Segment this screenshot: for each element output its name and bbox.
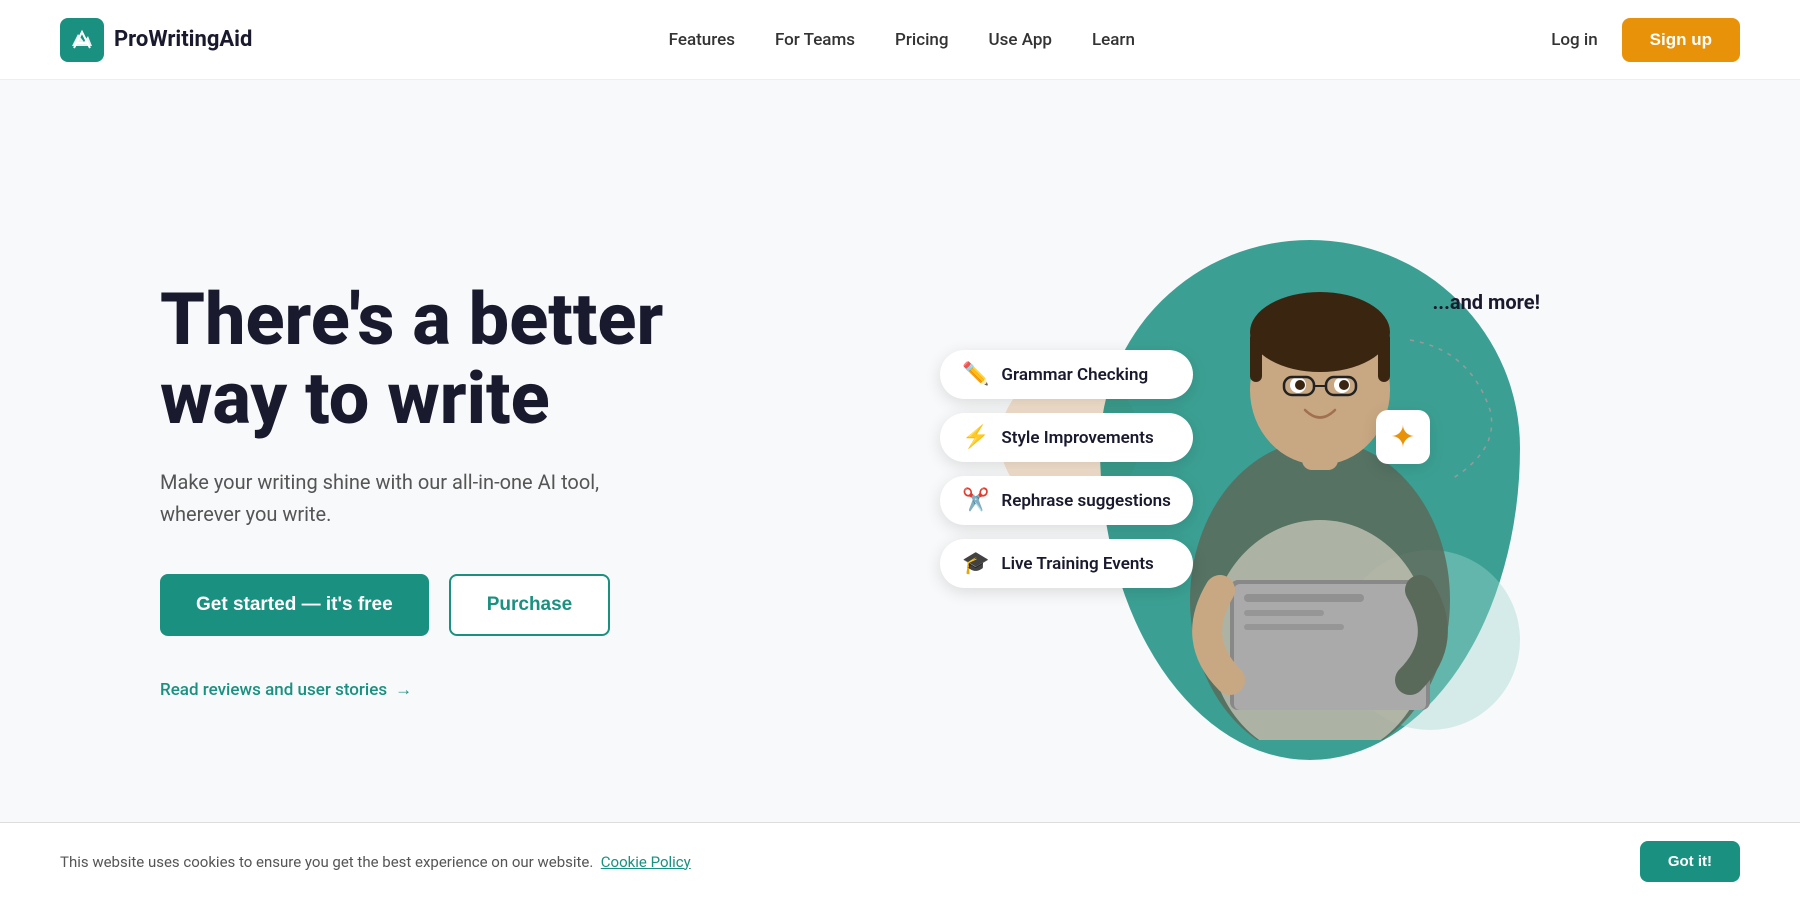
purchase-button[interactable]: Purchase (449, 574, 611, 636)
sparkle-box: ✦ (1376, 410, 1430, 464)
illustration-container: ✏️ Grammar Checking ⚡ Style Improvements… (940, 190, 1540, 790)
training-icon: 🎓 (962, 551, 989, 576)
nav-links: Features For Teams Pricing Use App Learn (669, 30, 1135, 50)
feature-pills: ✏️ Grammar Checking ⚡ Style Improvements… (940, 350, 1193, 588)
logo-icon (60, 18, 104, 62)
nav-link-features[interactable]: Features (669, 30, 735, 50)
cookie-text: This website uses cookies to ensure you … (60, 853, 691, 871)
nav-link-pricing[interactable]: Pricing (895, 30, 949, 50)
hero-section: There's a better way to write Make your … (0, 80, 1800, 900)
hero-illustration: ✏️ Grammar Checking ⚡ Style Improvements… (840, 190, 1640, 790)
feature-pill-rephrase: ✂️ Rephrase suggestions (940, 476, 1193, 525)
cookie-accept-button[interactable]: Got it! (1640, 841, 1740, 882)
grammar-icon: ✏️ (962, 362, 989, 387)
brand-logo[interactable]: ProWritingAid (60, 18, 252, 62)
cookie-bar: This website uses cookies to ensure you … (0, 822, 1800, 900)
sparkle-icon: ✦ (1390, 420, 1415, 455)
login-link[interactable]: Log in (1551, 30, 1597, 50)
signup-button[interactable]: Sign up (1622, 18, 1740, 62)
hero-buttons: Get started — it's free Purchase (160, 574, 840, 636)
get-started-button[interactable]: Get started — it's free (160, 574, 429, 636)
nav-link-learn[interactable]: Learn (1092, 30, 1135, 50)
brand-name: ProWritingAid (114, 27, 252, 52)
style-icon: ⚡ (962, 425, 989, 450)
hero-content: There's a better way to write Make your … (160, 280, 840, 700)
hero-title: There's a better way to write (160, 280, 840, 438)
cookie-policy-link[interactable]: Cookie Policy (601, 853, 691, 871)
and-more-text: ...and more! (1432, 290, 1540, 314)
arrow-icon: → (395, 680, 412, 700)
reviews-link[interactable]: Read reviews and user stories → (160, 680, 840, 700)
navigation: ProWritingAid Features For Teams Pricing… (0, 0, 1800, 80)
nav-link-use-app[interactable]: Use App (989, 30, 1052, 50)
nav-actions: Log in Sign up (1551, 18, 1740, 62)
hero-subtitle: Make your writing shine with our all-in-… (160, 466, 660, 530)
nav-link-for-teams[interactable]: For Teams (775, 30, 855, 50)
feature-pill-training: 🎓 Live Training Events (940, 539, 1193, 588)
feature-pill-grammar: ✏️ Grammar Checking (940, 350, 1193, 399)
feature-pill-style: ⚡ Style Improvements (940, 413, 1193, 462)
rephrase-icon: ✂️ (962, 488, 989, 513)
